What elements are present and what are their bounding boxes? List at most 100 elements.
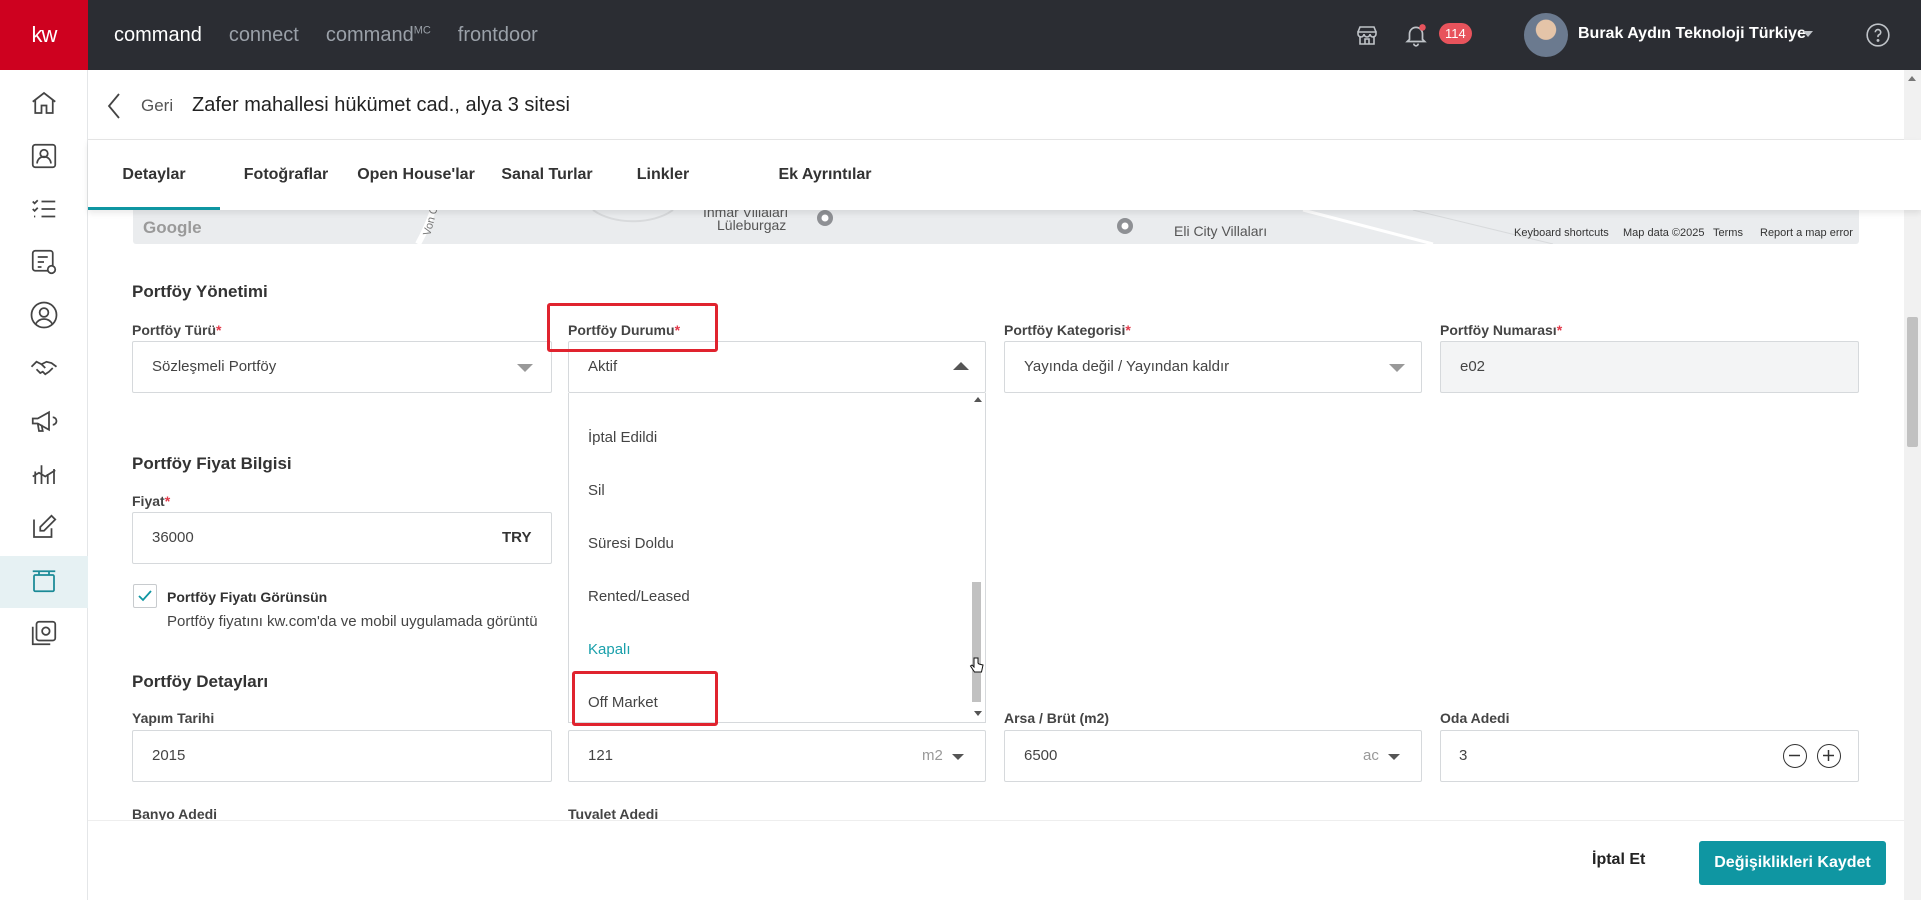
chevron-down-icon[interactable] bbox=[1803, 31, 1813, 37]
avatar[interactable] bbox=[1524, 13, 1568, 57]
store-icon[interactable] bbox=[1355, 23, 1379, 52]
status-option-off-market[interactable]: Off Market bbox=[588, 694, 658, 711]
handshake-icon bbox=[29, 353, 59, 388]
required-mark: * bbox=[164, 493, 171, 509]
sidebar-item-tasks[interactable] bbox=[0, 185, 88, 237]
tab-ek-ayrintilar[interactable]: Ek Ayrıntılar bbox=[760, 140, 890, 210]
required-mark: * bbox=[1556, 322, 1563, 338]
tab-sanal-turlar[interactable]: Sanal Turlar bbox=[492, 140, 602, 210]
nav-connect[interactable]: connect bbox=[229, 24, 299, 47]
required-mark: * bbox=[1125, 322, 1131, 338]
status-option-sil[interactable]: Sil bbox=[588, 482, 605, 499]
user-name[interactable]: Burak Aydın Teknoloji Türkiye bbox=[1578, 25, 1806, 43]
chevron-down-icon[interactable] bbox=[952, 754, 964, 760]
hand-cursor-icon bbox=[969, 656, 985, 681]
sidebar-item-media[interactable] bbox=[0, 609, 88, 661]
chevron-left-icon[interactable] bbox=[106, 92, 122, 125]
land-area-value: 6500 bbox=[1024, 747, 1058, 764]
contact-card-icon bbox=[29, 141, 59, 176]
map-place-luleburgaz: Lüleburgaz bbox=[717, 217, 787, 233]
scroll-up-icon[interactable] bbox=[974, 397, 982, 402]
status-option-kapali[interactable]: Kapalı bbox=[588, 641, 631, 658]
portfolio-number-value: e02 bbox=[1460, 358, 1486, 375]
tab-fotograflar[interactable]: Fotoğraflar bbox=[236, 140, 336, 210]
sidebar-item-contacts[interactable] bbox=[0, 132, 88, 184]
map-terms[interactable]: Terms bbox=[1713, 227, 1743, 239]
price-currency: TRY bbox=[502, 529, 532, 546]
kw-logo[interactable]: kw bbox=[0, 0, 88, 70]
bell-icon[interactable] bbox=[1403, 22, 1429, 53]
help-icon[interactable] bbox=[1865, 22, 1891, 53]
land-area-unit[interactable]: ac bbox=[1363, 747, 1379, 764]
map[interactable]: Google İnmar Villaları Lüleburgaz Eli Ci… bbox=[133, 210, 1859, 244]
status-option-iptal-edildi[interactable]: İptal Edildi bbox=[588, 429, 657, 446]
chevron-down-icon[interactable] bbox=[1388, 754, 1400, 760]
area-field[interactable]: 121 m2 bbox=[568, 730, 986, 782]
minus-circle-icon[interactable] bbox=[1783, 744, 1807, 768]
dropdown-scroll-thumb[interactable] bbox=[972, 582, 981, 702]
list-settings-icon bbox=[29, 247, 59, 282]
check-icon bbox=[137, 588, 153, 609]
chevron-down-icon bbox=[1389, 364, 1405, 372]
portfolio-number-field[interactable]: e02 bbox=[1440, 341, 1859, 393]
map-pin-icon bbox=[815, 210, 835, 233]
tab-bar: Detaylar Fotoğraflar Open House'lar Sana… bbox=[88, 140, 1921, 210]
plus-circle-icon[interactable] bbox=[1817, 744, 1841, 768]
label-land-area: Arsa / Brüt (m2) bbox=[1004, 710, 1110, 726]
price-field[interactable]: 36000 TRY bbox=[132, 512, 552, 564]
scroll-down-icon[interactable] bbox=[974, 711, 982, 716]
sidebar-item-edit[interactable] bbox=[0, 503, 88, 555]
top-bar: kw command connect commandMC frontdoor 1… bbox=[0, 0, 1921, 70]
tab-detaylar[interactable]: Detaylar bbox=[88, 140, 220, 210]
save-changes-button[interactable]: Değişiklikleri Kaydet bbox=[1699, 841, 1886, 885]
area-value: 121 bbox=[588, 747, 614, 764]
label-price: Fiyat* bbox=[132, 493, 170, 509]
land-area-field[interactable]: 6500 ac bbox=[1004, 730, 1422, 782]
page-scroll-thumb[interactable] bbox=[1907, 317, 1918, 447]
label-portfolio-category-text: Portföy Kategorisi bbox=[1004, 322, 1126, 338]
sidebar-item-marketing[interactable] bbox=[0, 397, 88, 449]
area-unit[interactable]: m2 bbox=[922, 747, 943, 764]
status-dropdown-list[interactable]: İptal Edildi Sil Süresi Doldu Rented/Lea… bbox=[568, 393, 986, 723]
nav-frontdoor[interactable]: frontdoor bbox=[458, 24, 538, 47]
section-title-details: Portföy Detayları bbox=[132, 672, 269, 691]
required-mark: * bbox=[674, 322, 681, 338]
show-price-description: Portföy fiyatını kw.com'da ve mobil uygu… bbox=[167, 613, 538, 630]
sidebar-item-profile[interactable] bbox=[0, 291, 88, 343]
chevron-down-icon bbox=[517, 364, 533, 372]
scroll-up-icon[interactable] bbox=[1908, 76, 1916, 81]
page-title: Zafer mahallesi hükümet cad., alya 3 sit… bbox=[192, 94, 570, 116]
show-price-checkbox[interactable] bbox=[133, 584, 157, 608]
label-rooms: Oda Adedi bbox=[1440, 710, 1510, 726]
nav-command-mc[interactable]: commandMC bbox=[326, 24, 431, 47]
sidebar-item-home[interactable] bbox=[0, 79, 88, 131]
status-option-rented-leased[interactable]: Rented/Leased bbox=[588, 588, 690, 605]
build-year-field[interactable]: 2015 bbox=[132, 730, 552, 782]
label-portfolio-number-text: Portföy Numarası bbox=[1440, 322, 1557, 338]
cancel-button[interactable]: İptal Et bbox=[1592, 851, 1645, 869]
map-keyboard-shortcuts[interactable]: Keyboard shortcuts bbox=[1514, 227, 1609, 239]
price-value: 36000 bbox=[152, 529, 194, 546]
chart-icon bbox=[29, 459, 59, 494]
map-report[interactable]: Report a map error bbox=[1760, 227, 1853, 239]
sidebar-item-reports[interactable] bbox=[0, 450, 88, 502]
tab-open-houses[interactable]: Open House'lar bbox=[356, 140, 476, 210]
section-title-management: Portföy Yönetimi bbox=[132, 282, 268, 301]
nav-command-mc-suffix: MC bbox=[413, 23, 431, 36]
back-link[interactable]: Geri bbox=[141, 96, 173, 116]
portfolio-type-select[interactable]: Sözleşmeli Portföy bbox=[132, 341, 552, 393]
sidebar-item-settings-list[interactable] bbox=[0, 238, 88, 290]
portfolio-category-select[interactable]: Yayında değil / Yayından kaldır bbox=[1004, 341, 1422, 393]
label-portfolio-status-text: Portföy Durumu bbox=[568, 322, 675, 338]
footer-bar: İptal Et Değişiklikleri Kaydet bbox=[88, 820, 1904, 900]
portfolio-status-select[interactable]: Aktif bbox=[568, 341, 986, 393]
status-option-suresi-doldu[interactable]: Süresi Doldu bbox=[588, 535, 674, 552]
label-build-year: Yapım Tarihi bbox=[132, 710, 215, 726]
sidebar-item-deals[interactable] bbox=[0, 344, 88, 396]
notification-badge[interactable]: 114 bbox=[1439, 23, 1472, 44]
nav-command[interactable]: command bbox=[114, 24, 202, 47]
rooms-field[interactable]: 3 bbox=[1440, 730, 1859, 782]
sidebar-item-listings[interactable] bbox=[0, 556, 88, 608]
label-portfolio-number: Portföy Numarası* bbox=[1440, 322, 1562, 338]
tab-linkler[interactable]: Linkler bbox=[618, 140, 708, 210]
